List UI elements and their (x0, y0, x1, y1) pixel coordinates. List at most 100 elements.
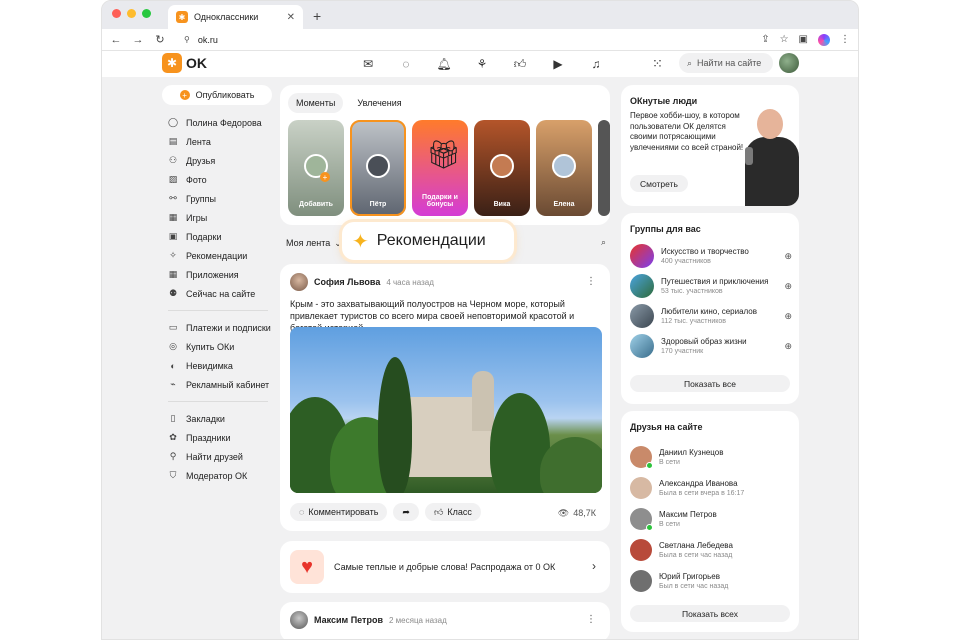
watch-button[interactable]: Смотреть (630, 175, 688, 192)
sidebar-item[interactable]: ▯ Закладки (162, 409, 272, 428)
group-item[interactable]: Любители кино, сериалов 112 тыс. участник… (630, 303, 792, 329)
feed-search-icon[interactable]: ⌕ (601, 237, 606, 248)
friend-item[interactable]: Александра Иванова Была в сети вчера в 16… (630, 475, 792, 501)
sidebar-item[interactable]: ▣ Подарки (162, 227, 272, 246)
recommendations-button[interactable]: ✦ Рекомендации (342, 222, 514, 260)
share-arrow-icon: ➦ (402, 506, 410, 517)
sidebar-item[interactable]: ▦ Игры (162, 208, 272, 227)
ok-logo[interactable]: ✱ OK (162, 53, 207, 73)
more-options-icon[interactable]: ⋮ (586, 614, 596, 625)
post-author[interactable]: София Львова (314, 277, 380, 287)
tab-moments[interactable]: Моменты (288, 93, 344, 113)
sidebar-item[interactable]: ⚲ Найти друзей (162, 447, 272, 466)
sidebar-item[interactable]: ▤ Лента (162, 132, 272, 151)
publish-button[interactable]: + Опубликовать (162, 85, 272, 105)
sidebar-item[interactable]: ✧ Рекомендации (162, 246, 272, 265)
guests-icon[interactable]: ⚘ (473, 55, 491, 73)
story-partial[interactable] (598, 120, 610, 216)
ok-logo-text: OK (186, 55, 207, 71)
sidebar-item-label: Рекламный кабинет (186, 379, 270, 390)
discussions-icon[interactable]: ◌ (397, 55, 415, 73)
forward-icon[interactable]: → (132, 34, 144, 46)
reload-icon[interactable]: ↻ (154, 33, 166, 46)
sidebar-item[interactable]: ◐ Невидимка (162, 356, 272, 375)
group-item[interactable]: Здоровый образ жизни 170 участник ⊕ (630, 333, 792, 359)
tab-close-icon[interactable]: ✕ (287, 12, 295, 23)
sidebar-item[interactable]: ◎ Купить ОКи (162, 337, 272, 356)
friend-item[interactable]: Даниил Кузнецов В сети (630, 444, 792, 470)
sidebar-item[interactable]: ⚯ Группы (162, 189, 272, 208)
sidebar-item[interactable]: ⌁ Рекламный кабинет (162, 375, 272, 394)
post-author[interactable]: Максим Петров (314, 615, 383, 625)
group-item[interactable]: Искусство и творчество 400 участников ⊕ (630, 243, 792, 269)
maximize-window-button[interactable] (142, 9, 151, 18)
bookmark-star-icon[interactable]: ☆ (780, 34, 789, 45)
post-image[interactable] (290, 327, 602, 493)
okn-people-card: ОКнутые люди Первое хобби-шоу, в котором… (621, 85, 799, 206)
sidebar-item[interactable]: ⛉ Модератор ОК (162, 466, 272, 485)
friend-item[interactable]: Юрий Григорьев Был в сети час назад (630, 568, 792, 594)
share-button[interactable]: ➦ (393, 503, 419, 521)
apps-icon: ▦ (168, 269, 178, 279)
messages-icon[interactable]: ✉ (359, 55, 377, 73)
likes-icon[interactable]: 👍︎ (511, 55, 529, 73)
share-icon[interactable]: ⇪ (761, 34, 769, 45)
comment-button[interactable]: ◌ Комментировать (290, 503, 388, 521)
promo-banner[interactable]: ♥ Самые теплые и добрые слова! Распродаж… (280, 541, 610, 593)
sidebar-item[interactable]: ▨ Фото (162, 170, 272, 189)
sidebar-item[interactable]: ⚇ Друзья (162, 151, 272, 170)
url-field[interactable]: ⚲ ok.ru (184, 35, 751, 45)
new-tab-icon[interactable]: + (313, 8, 321, 24)
friend-name: Юрий Григорьев (659, 572, 720, 581)
music-icon[interactable]: ♫ (587, 55, 605, 73)
join-group-icon[interactable]: ⊕ (784, 341, 792, 352)
sidebar-toggle-icon[interactable]: ▣ (799, 34, 808, 45)
post-time: 2 месяца назад (389, 615, 447, 625)
profile-icon[interactable] (818, 33, 830, 46)
group-text: Искусство и творчество 400 участников (661, 247, 777, 265)
tab-hobbies[interactable]: Увлечения (349, 93, 409, 113)
author-avatar[interactable] (290, 273, 308, 291)
browser-tabbar: ✱ Одноклассники ✕ + (102, 1, 858, 29)
friend-item[interactable]: Максим Петров В сети (630, 506, 792, 532)
sidebar-item-label: Полина Федорова (186, 117, 262, 128)
sidebar-item[interactable]: ✿ Праздники (162, 428, 272, 447)
show-all-friends-button[interactable]: Показать всех (630, 605, 790, 622)
story-vika[interactable]: Вика (474, 120, 530, 216)
friend-status: В сети (659, 459, 680, 466)
site-info-icon[interactable]: ⚲ (184, 35, 190, 44)
story-petr[interactable]: Пётр (350, 120, 406, 216)
close-window-button[interactable] (112, 9, 121, 18)
sidebar-item[interactable]: ▦ Приложения (162, 265, 272, 284)
more-options-icon[interactable]: ⋮ (586, 276, 596, 287)
story-add[interactable]: + Добавить (288, 120, 344, 216)
story-gifts[interactable]: 🎁︎ Подарки и бонусы (412, 120, 468, 216)
sidebar-item-label: Праздники (186, 432, 231, 443)
browser-tab[interactable]: ✱ Одноклассники ✕ (168, 5, 303, 29)
sidebar-item[interactable]: ⚉ Сейчас на сайте (162, 284, 272, 303)
friend-item[interactable]: Светлана Лебедева Была в сети час назад (630, 537, 792, 563)
author-avatar[interactable] (290, 611, 308, 629)
class-button[interactable]: 👍︎ Класс (424, 503, 481, 521)
user-avatar[interactable] (779, 53, 799, 73)
notifications-bell-icon[interactable]: 🔔︎ (435, 55, 453, 73)
minimize-window-button[interactable] (127, 9, 136, 18)
story-elena[interactable]: Елена (536, 120, 592, 216)
class-label: Класс (447, 507, 472, 517)
browser-menu-icon[interactable]: ⋮ (840, 34, 850, 45)
group-item[interactable]: Путешествия и приключения 53 тыс. участни… (630, 273, 792, 299)
back-icon[interactable]: ← (110, 34, 122, 46)
sidebar-item[interactable]: ▭ Платежи и подписки (162, 318, 272, 337)
feed-post: София Львова 4 часа назад ⋮ Крым - это з… (280, 264, 610, 531)
join-group-icon[interactable]: ⊕ (784, 311, 792, 322)
video-icon[interactable]: ▶ (549, 55, 567, 73)
feed-selector[interactable]: Моя лента ⌄ (286, 238, 342, 249)
sidebar-item[interactable]: ◯ Полина Федорова (162, 113, 272, 132)
join-group-icon[interactable]: ⊕ (784, 281, 792, 292)
join-group-icon[interactable]: ⊕ (784, 251, 792, 262)
site-search-input[interactable]: ⌕ Найти на сайте (679, 53, 773, 73)
promo-text: Самые теплые и добрые слова! Распродажа … (334, 562, 556, 572)
apps-grid-icon[interactable]: ⁙ (652, 56, 663, 72)
sparkle-star-icon: ✦ (352, 230, 369, 253)
show-all-groups-button[interactable]: Показать все (630, 375, 790, 392)
